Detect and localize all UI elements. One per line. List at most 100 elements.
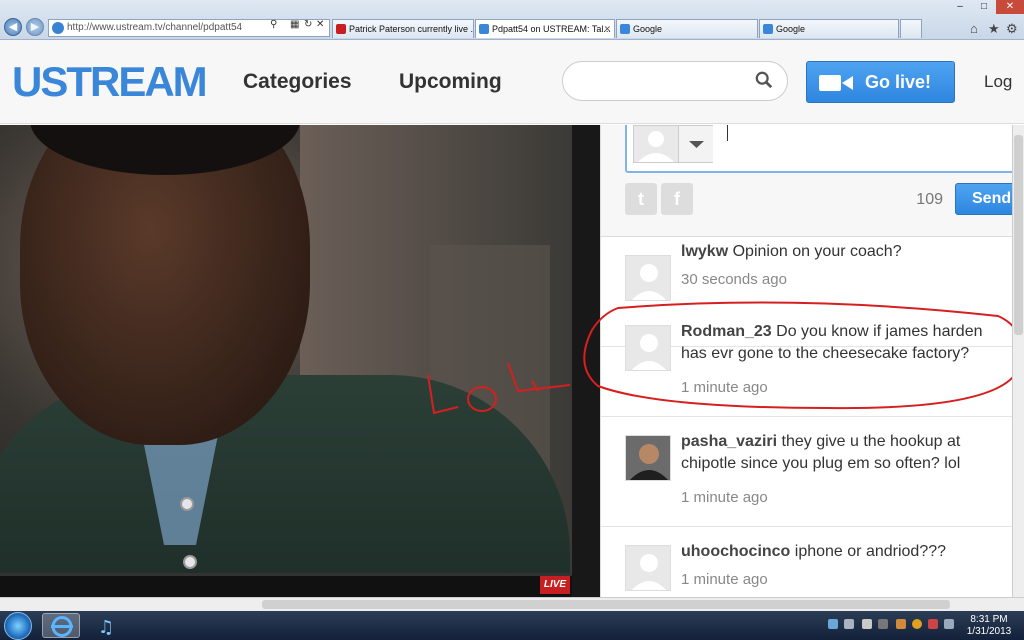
chevron-down-icon[interactable] [678,126,713,162]
message-username[interactable]: pasha_vaziri [681,433,777,450]
search-icon[interactable] [755,71,773,89]
tray-app-icon[interactable] [896,619,906,629]
compat-view-icon[interactable]: ▦ [290,19,299,30]
character-count: 109 [916,191,943,208]
vertical-scroll-thumb[interactable] [1014,135,1023,335]
tab-title: Pdpatt54 on USTREAM: Tal... [492,24,611,34]
avatar[interactable] [625,545,671,591]
chat-composer: t f 109 Send [601,125,1012,237]
message-username[interactable]: Rodman_23 [681,323,772,340]
layout-divider [572,125,600,597]
identity-dropdown[interactable] [633,125,713,163]
message-text: iphone or andriod??? [794,543,947,560]
taskbar-itunes[interactable]: ♫ [88,613,126,638]
chat-panel: t f 109 Send lwykw Opinion on your coach… [600,125,1012,597]
ustream-logo[interactable]: USTREAM [12,58,208,106]
default-avatar-icon [631,264,667,300]
nav-categories[interactable]: Categories [243,70,352,94]
text-cursor [727,125,728,141]
facebook-share-button[interactable]: f [661,183,693,215]
maximize-button[interactable]: □ [972,0,996,14]
tab-patrick-paterson[interactable]: Patrick Paterson currently live ... [332,19,474,38]
address-bar[interactable]: http://www.ustream.tv/channel/pdpatt54 [48,19,330,37]
go-live-label: Go live! [865,72,932,92]
twitter-icon: t [638,189,644,209]
horizontal-scroll-thumb[interactable] [262,600,950,609]
ie-page-icon [52,22,64,34]
tray-flag-icon[interactable] [928,619,938,629]
tab-google-2[interactable]: Google [759,19,899,38]
stop-icon[interactable]: ✕ [316,19,324,30]
address-text: http://www.ustream.tv/channel/pdpatt54 [67,22,243,33]
facebook-icon: f [674,189,680,209]
tray-signal-icon[interactable] [844,619,854,629]
go-live-button[interactable]: Go live! [806,61,955,103]
tray-app-icon[interactable] [912,619,922,629]
message-username[interactable]: uhoochocinco [681,543,790,560]
avatar-photo[interactable] [625,435,671,481]
search-dropdown-icon[interactable]: ⚲ [270,19,277,30]
video-player[interactable]: LIVE [0,125,572,597]
clock-date: 1/31/2013 [966,626,1012,637]
twitter-share-button[interactable]: t [625,183,657,215]
close-tab-icon[interactable]: ✕ [603,20,611,38]
chat-message: Rodman_23 Do you know if james harden ha… [601,307,1012,417]
default-avatar-icon [638,131,674,162]
tab-pdpatt54[interactable]: Pdpatt54 on USTREAM: Tal... ✕ [475,19,615,38]
tab-title: Patrick Paterson currently live ... [349,24,474,34]
user-avatar [634,126,678,162]
back-button[interactable]: ◀ [4,18,22,36]
windows-taskbar: ♫ 8:31 PM 1/31/2013 [0,611,1024,640]
avatar[interactable] [625,325,671,371]
message-time: 1 minute ago [681,379,768,396]
search-box [562,61,788,101]
music-note-icon: ♫ [98,617,114,638]
ustream-favicon [479,24,489,34]
tab-title: Google [776,24,806,34]
forward-button[interactable]: ▶ [26,18,44,36]
shirt-button [183,555,197,569]
start-button[interactable] [4,612,32,640]
new-tab-button[interactable] [900,19,922,38]
lol-handwritten-annotation [427,362,571,415]
tab-google-1[interactable]: Google [616,19,758,38]
horizontal-scrollbar[interactable] [0,597,1024,611]
send-button[interactable]: Send [955,183,1012,215]
shirt-button [180,497,194,511]
search-input[interactable] [577,62,757,100]
message-username[interactable]: lwykw [681,243,728,260]
message-time: 1 minute ago [681,571,768,588]
close-window-button[interactable]: ✕ [996,0,1024,14]
tab-title: Google [633,24,663,34]
default-avatar-icon [631,554,667,590]
tray-volume-icon[interactable] [944,619,954,629]
tray-app-icon[interactable] [862,619,872,629]
ustream-favicon [336,24,346,34]
message-body: pasha_vaziri they give u the hookup at c… [681,431,1011,475]
vertical-scrollbar[interactable] [1012,125,1024,597]
message-time: 1 minute ago [681,489,768,506]
video-camera-icon [819,75,853,91]
live-badge: LIVE [540,576,570,594]
minimize-button[interactable]: – [948,0,972,14]
tray-display-icon[interactable] [878,619,888,629]
message-text: Opinion on your coach? [732,243,902,260]
google-favicon [763,24,773,34]
video-progress-track[interactable] [0,573,572,576]
google-favicon [620,24,630,34]
chat-message: pasha_vaziri they give u the hookup at c… [601,417,1012,527]
video-control-bar[interactable] [0,573,572,597]
avatar[interactable] [625,255,671,301]
svg-text:♫: ♫ [98,617,114,638]
chat-message-input[interactable] [625,125,1012,173]
taskbar-clock[interactable]: 8:31 PM 1/31/2013 [958,614,1020,638]
home-icon[interactable]: ⌂ [970,21,978,36]
taskbar-internet-explorer[interactable] [42,613,80,638]
nav-upcoming[interactable]: Upcoming [399,70,502,94]
login-link[interactable]: Log [984,72,1012,92]
user-photo-avatar [626,436,670,480]
tray-dropbox-icon[interactable] [828,619,838,629]
favorites-star-icon[interactable]: ★ [988,21,1000,37]
gear-icon[interactable]: ⚙ [1006,21,1018,37]
refresh-icon[interactable]: ↻ [304,19,312,30]
